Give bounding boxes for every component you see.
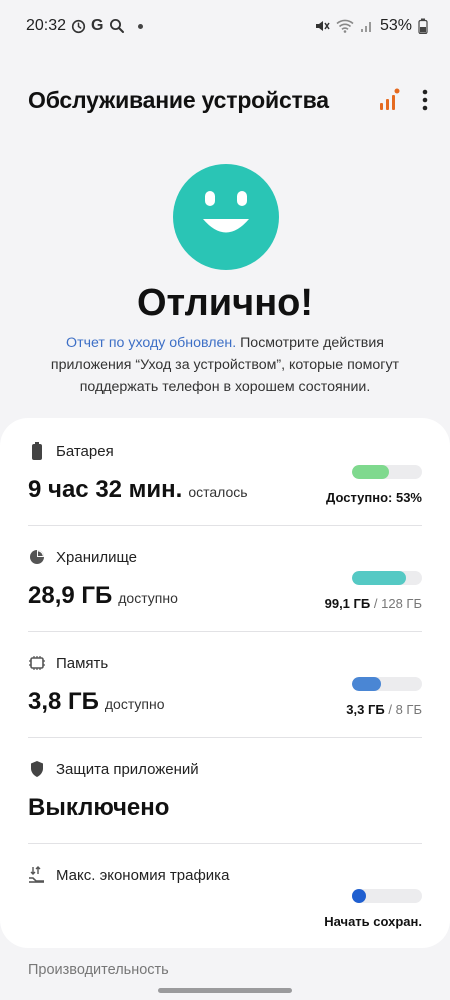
battery-icon bbox=[28, 442, 46, 460]
signal-icon bbox=[360, 19, 374, 33]
status-face-icon bbox=[173, 164, 279, 270]
data-saver-label: Макс. экономия трафика bbox=[56, 866, 230, 884]
storage-level-bar bbox=[352, 571, 422, 585]
storage-separator: / bbox=[373, 596, 378, 611]
memory-level-bar bbox=[352, 677, 422, 691]
memory-used: 3,3 ГБ bbox=[346, 702, 385, 717]
shield-icon bbox=[28, 760, 46, 778]
toggle-knob bbox=[352, 889, 366, 903]
memory-total: 8 ГБ bbox=[395, 702, 422, 717]
storage-free-value: 28,9 ГБ bbox=[28, 582, 113, 609]
data-saver-icon bbox=[28, 866, 46, 884]
battery-label: Батарея bbox=[56, 442, 114, 460]
performance-section-label: Производительность bbox=[28, 962, 169, 978]
battery-time-value: 9 час 32 мин. bbox=[28, 476, 183, 503]
app-header: Обслуживание устройства bbox=[28, 80, 428, 120]
battery-icon bbox=[418, 18, 428, 34]
start-saving-button[interactable]: Начать сохран. bbox=[324, 914, 422, 929]
battery-available-text: Доступно: 53% bbox=[326, 490, 422, 505]
storage-total: 128 ГБ bbox=[381, 596, 422, 611]
app-protection-label: Защита приложений bbox=[56, 760, 199, 778]
memory-item[interactable]: Память 3,8 ГБ доступно 3,3 ГБ / 8 ГБ bbox=[28, 632, 422, 738]
status-description: Отчет по уходу обновлен. Посмотрите дейс… bbox=[30, 332, 420, 398]
diagnostics-icon[interactable] bbox=[378, 88, 400, 112]
app-protection-status: Выключено bbox=[28, 794, 170, 821]
google-icon: G bbox=[91, 17, 104, 34]
memory-label: Память bbox=[56, 654, 109, 672]
memory-free-suffix: доступно bbox=[104, 696, 165, 712]
care-items-card: Батарея 9 час 32 мин. осталось Доступно:… bbox=[0, 418, 450, 948]
health-status-text: Отлично! bbox=[136, 282, 314, 324]
storage-label: Хранилище bbox=[56, 548, 137, 566]
memory-separator: / bbox=[388, 702, 392, 717]
data-saver-item[interactable]: Макс. экономия трафика Начать сохран. bbox=[28, 844, 422, 950]
storage-used: 99,1 ГБ bbox=[324, 596, 371, 611]
app-protection-item[interactable]: Защита приложений Выключено bbox=[28, 738, 422, 844]
status-bar: 20:32 G 53% bbox=[0, 0, 450, 52]
storage-free-suffix: доступно bbox=[118, 590, 178, 606]
memory-free-value: 3,8 ГБ bbox=[28, 688, 99, 715]
mute-icon bbox=[314, 18, 330, 34]
memory-chip-icon bbox=[28, 654, 46, 672]
battery-item[interactable]: Батарея 9 час 32 мин. осталось Доступно:… bbox=[28, 420, 422, 526]
more-options-icon[interactable] bbox=[422, 89, 428, 111]
pie-chart-icon bbox=[28, 548, 46, 566]
wifi-icon bbox=[336, 19, 354, 33]
page-title: Обслуживание устройства bbox=[28, 86, 329, 113]
data-saver-toggle[interactable] bbox=[352, 889, 422, 903]
battery-percent: 53% bbox=[379, 17, 412, 34]
home-indicator[interactable] bbox=[158, 988, 292, 993]
status-time: 20:32 bbox=[26, 17, 67, 34]
notification-dot bbox=[137, 23, 143, 29]
storage-item[interactable]: Хранилище 28,9 ГБ доступно 99,1 ГБ / 128… bbox=[28, 526, 422, 632]
alarm-icon bbox=[71, 19, 86, 34]
report-link[interactable]: Отчет по уходу обновлен. bbox=[66, 335, 236, 351]
battery-time-suffix: осталось bbox=[188, 484, 248, 500]
search-icon bbox=[109, 18, 125, 34]
battery-level-bar bbox=[352, 465, 422, 479]
